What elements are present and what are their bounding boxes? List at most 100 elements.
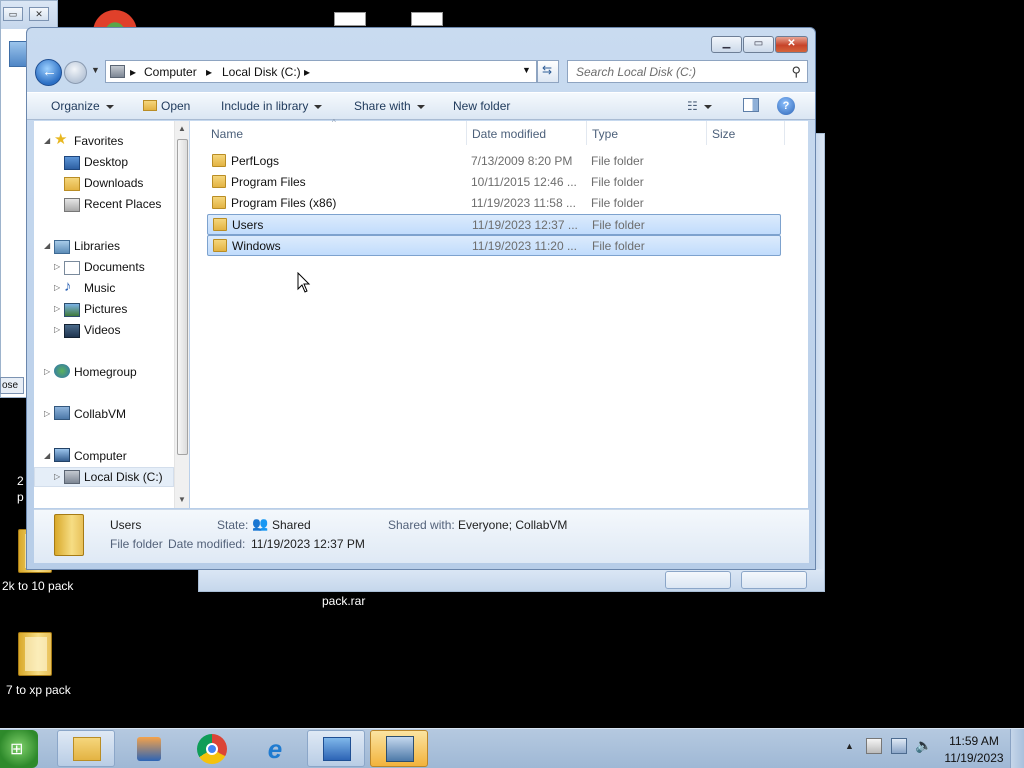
network-status-icon[interactable] bbox=[891, 738, 907, 754]
help-icon[interactable]: ? bbox=[777, 97, 795, 115]
column-header-type[interactable]: Type bbox=[592, 127, 618, 141]
table-row-selected[interactable]: Users 11/19/2023 12:37 ... File folder bbox=[207, 214, 781, 235]
maximize-button[interactable]: ▭ bbox=[743, 36, 774, 53]
column-divider[interactable] bbox=[706, 121, 707, 145]
preview-pane-icon[interactable] bbox=[743, 98, 759, 112]
search-input[interactable]: Search Local Disk (C:) ⚲ bbox=[567, 60, 808, 83]
new-folder-button[interactable]: New folder bbox=[453, 99, 510, 113]
column-divider[interactable] bbox=[466, 121, 467, 145]
nav-desktop[interactable]: Desktop bbox=[84, 155, 128, 169]
collapsed-triangle-icon[interactable]: ▷ bbox=[54, 283, 60, 292]
scroll-up-icon[interactable]: ▲ bbox=[178, 124, 186, 133]
scroll-down-icon[interactable]: ▼ bbox=[178, 495, 186, 504]
desktop-icon-label[interactable]: 7 to xp pack bbox=[6, 683, 71, 697]
refresh-button[interactable]: ⇆ bbox=[537, 60, 559, 83]
breadcrumb-local-disk[interactable]: Local Disk (C:) bbox=[222, 65, 301, 79]
desktop-file-label[interactable]: pack.rar bbox=[322, 594, 365, 608]
organize-button[interactable]: Organize bbox=[51, 99, 114, 113]
collapsed-triangle-icon[interactable]: ▷ bbox=[54, 472, 60, 481]
nav-music[interactable]: Music bbox=[84, 281, 115, 295]
breadcrumb-separator[interactable]: ▸ bbox=[304, 65, 310, 79]
nav-collabvm[interactable]: CollabVM bbox=[74, 407, 126, 421]
file-list[interactable]: ^ Name Date modified Type Size PerfLogs … bbox=[190, 118, 808, 508]
explorer-window[interactable]: ▁ ▭ ✕ ← ▼ ▸ Computer ▸ Local Disk (C:) ▸… bbox=[26, 27, 816, 570]
control-panel-icon bbox=[323, 737, 351, 761]
include-in-library-button[interactable]: Include in library bbox=[221, 99, 323, 113]
column-header-name[interactable]: Name bbox=[211, 127, 243, 141]
nav-downloads[interactable]: Downloads bbox=[84, 176, 143, 190]
nav-local-disk[interactable]: Local Disk (C:) bbox=[84, 470, 163, 484]
close-button[interactable]: ✕ bbox=[775, 36, 808, 53]
nav-recent-places[interactable]: Recent Places bbox=[84, 197, 161, 211]
clock-date[interactable]: 11/19/2023 bbox=[942, 751, 1006, 765]
back-arrow-icon[interactable]: ← bbox=[35, 59, 62, 86]
scrollbar-thumb[interactable] bbox=[177, 139, 188, 455]
file-date: 11/19/2023 11:20 ... bbox=[472, 239, 577, 253]
clock-time[interactable]: 11:59 AM bbox=[942, 734, 1006, 748]
details-kind: File folder bbox=[110, 537, 163, 551]
background-button[interactable] bbox=[665, 571, 731, 589]
table-row[interactable]: Program Files (x86) 11/19/2023 11:58 ...… bbox=[207, 193, 781, 214]
action-center-flag-icon[interactable] bbox=[866, 738, 882, 754]
background-close-label[interactable]: ose bbox=[0, 377, 24, 394]
taskbar-control-panel[interactable] bbox=[307, 730, 365, 767]
open-button[interactable]: Open bbox=[143, 99, 190, 113]
table-row-selected[interactable]: Windows 11/19/2023 11:20 ... File folder bbox=[207, 235, 781, 256]
navigation-pane[interactable]: ◢ ★ Favorites Desktop Downloads Recent P… bbox=[34, 121, 189, 508]
address-dropdown-chevron-icon[interactable]: ▼ bbox=[522, 65, 531, 75]
show-desktop-button[interactable] bbox=[1010, 729, 1024, 768]
collapsed-triangle-icon[interactable]: ▷ bbox=[54, 325, 60, 334]
nav-computer[interactable]: Computer bbox=[74, 449, 127, 463]
start-button[interactable]: ⊞ bbox=[0, 730, 38, 768]
breadcrumb-separator[interactable]: ▸ bbox=[130, 65, 136, 79]
collapsed-triangle-icon[interactable]: ▷ bbox=[54, 304, 60, 313]
nav-homegroup[interactable]: Homegroup bbox=[74, 365, 137, 379]
collapsed-triangle-icon[interactable]: ▷ bbox=[44, 409, 50, 418]
volume-muted-icon[interactable]: 🔈 bbox=[915, 737, 932, 754]
expand-triangle-icon[interactable]: ◢ bbox=[44, 241, 50, 250]
search-icon[interactable]: ⚲ bbox=[791, 64, 801, 80]
background-button[interactable] bbox=[741, 571, 807, 589]
address-bar[interactable]: ▸ Computer ▸ Local Disk (C:) ▸ ▼ bbox=[105, 60, 537, 83]
table-row[interactable]: Program Files 10/11/2015 12:46 ... File … bbox=[207, 172, 781, 193]
taskbar-explorer[interactable] bbox=[57, 730, 115, 767]
documents-icon bbox=[64, 261, 80, 275]
folder-icon bbox=[212, 175, 226, 188]
breadcrumb-computer[interactable]: Computer bbox=[144, 65, 197, 79]
collapsed-triangle-icon[interactable]: ▷ bbox=[54, 262, 60, 271]
column-divider[interactable] bbox=[586, 121, 587, 145]
expand-triangle-icon[interactable]: ◢ bbox=[44, 136, 50, 145]
background-close-button[interactable]: ✕ bbox=[29, 7, 49, 21]
breadcrumb-separator[interactable]: ▸ bbox=[206, 65, 212, 79]
forward-arrow-icon[interactable] bbox=[64, 61, 87, 84]
column-header-date-modified[interactable]: Date modified bbox=[472, 127, 546, 141]
table-row[interactable]: PerfLogs 7/13/2009 8:20 PM File folder bbox=[207, 151, 781, 172]
nav-pictures[interactable]: Pictures bbox=[84, 302, 127, 316]
collapsed-triangle-icon[interactable]: ▷ bbox=[44, 367, 50, 376]
nav-documents[interactable]: Documents bbox=[84, 260, 145, 274]
navigation-scrollbar[interactable]: ▲ ▼ bbox=[174, 121, 189, 508]
column-divider[interactable] bbox=[784, 121, 785, 145]
change-view-button[interactable]: ☷ bbox=[687, 99, 712, 113]
file-icon[interactable] bbox=[411, 12, 443, 26]
nav-libraries[interactable]: Libraries bbox=[74, 239, 120, 253]
expand-triangle-icon[interactable]: ◢ bbox=[44, 451, 50, 460]
taskbar-installer[interactable] bbox=[370, 730, 428, 767]
minimize-button[interactable]: ▁ bbox=[711, 36, 742, 53]
background-minimize-button[interactable]: ▭ bbox=[3, 7, 23, 21]
file-icon[interactable] bbox=[334, 12, 366, 26]
taskbar-internet-explorer[interactable]: e bbox=[246, 730, 304, 767]
favorites-star-icon: ★ bbox=[54, 131, 68, 148]
folder-icon[interactable] bbox=[18, 632, 52, 676]
desktop-icon-label[interactable]: 2k to 10 pack bbox=[2, 579, 73, 593]
column-header-size[interactable]: Size bbox=[712, 127, 735, 141]
background-window-titlebar[interactable]: ▭ ✕ bbox=[1, 1, 57, 29]
taskbar-chrome[interactable] bbox=[183, 730, 241, 767]
show-hidden-icons-chevron-icon[interactable]: ▲ bbox=[845, 741, 854, 751]
share-with-button[interactable]: Share with bbox=[354, 99, 425, 113]
recent-pages-chevron-icon[interactable]: ▼ bbox=[91, 65, 100, 75]
taskbar-media-player[interactable] bbox=[120, 730, 178, 767]
nav-videos[interactable]: Videos bbox=[84, 323, 120, 337]
file-name: PerfLogs bbox=[231, 154, 280, 168]
nav-favorites[interactable]: Favorites bbox=[74, 134, 123, 148]
